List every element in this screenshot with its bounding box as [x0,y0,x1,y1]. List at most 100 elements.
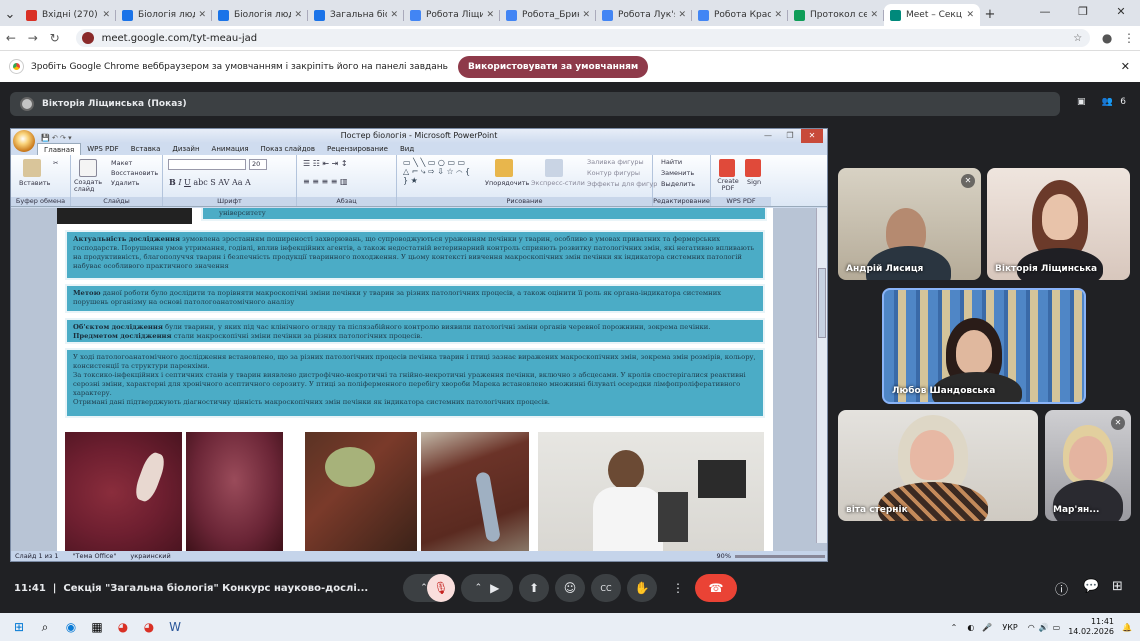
reload-icon[interactable]: ↻ [44,31,66,45]
chrome-menu-icon[interactable]: ⋮ [1118,31,1140,45]
participant-tile-5[interactable]: ✕ Мар'ян... [1045,410,1131,521]
bookmark-star-icon[interactable]: ☆ [1073,33,1082,44]
tab-close-icon[interactable]: ✕ [966,10,974,20]
create-pdf-button[interactable]: Create PDF [716,178,740,192]
find-button[interactable]: Найти [661,158,682,166]
reset-button[interactable]: Восстановить [111,169,158,177]
ribbon-tab[interactable]: WPS PDF [81,143,124,155]
tab-close-icon[interactable]: ✕ [678,10,686,20]
browser-tab[interactable]: Загальна біолог✕ [308,4,404,26]
quick-access-icons[interactable]: 💾 ↶ ↷ ▾ [41,131,72,145]
align-icons[interactable]: ≡ ≡ ≡ ≡ ▥ [303,177,348,186]
people-icon[interactable]: 👥 [1094,92,1120,112]
zoom-slider[interactable] [735,554,825,558]
leave-call-button[interactable]: ☎ [695,574,737,602]
close-icon[interactable]: ✕ [1102,0,1140,26]
new-tab-button[interactable]: + [980,4,1000,26]
more-options-button[interactable]: ⋮ [663,574,693,602]
word-icon[interactable]: W [162,616,188,638]
participant-tile-2[interactable]: Вікторія Ліщинська [987,168,1130,280]
ribbon-tab[interactable]: Анимация [206,143,255,155]
ppt-maximize-icon[interactable]: ❐ [779,129,801,143]
search-icon[interactable]: ⌕ [32,616,58,638]
ppt-minimize-icon[interactable]: — [757,129,779,143]
tray-mic-icon[interactable]: 🎤 [982,623,992,632]
edge-icon[interactable]: ◉ [58,616,84,638]
start-icon[interactable]: ⊞ [6,616,32,638]
shape-fill-button[interactable]: Заливка фигуры [587,158,644,166]
camera-options-icon[interactable]: ⌃ [475,583,483,593]
info-icon[interactable]: ⓘ [1055,579,1068,598]
raise-hand-button[interactable]: ✋ [627,574,657,602]
camera-button[interactable]: ⌃ ▶ [461,574,513,602]
browser-tab[interactable]: Робота_Брикова✕ [500,4,596,26]
browser-tab[interactable]: Протокол секції✕ [788,4,884,26]
banner-close-icon[interactable]: ✕ [1121,60,1130,73]
tab-close-icon[interactable]: ✕ [774,10,782,20]
list-icons[interactable]: ☰ ☷ ⇤ ⇥ ↕ [303,159,348,168]
chrome-icon-2[interactable]: ◕ [136,616,162,638]
chat-icon[interactable]: 💬 [1083,579,1099,594]
set-default-button[interactable]: Використовувати за умовчанням [457,55,649,78]
tab-close-icon[interactable]: ✕ [870,10,878,20]
forward-icon[interactable]: → [22,31,44,45]
participant-tile-3[interactable]: Любов Шандовська [882,288,1086,404]
shapes-gallery[interactable]: ▭ ╲ ╲ ▭ ○ ▭ ▭ △ ⌐ ⤷ ⇨ ⇩ ☆ ⌒ { } ★ [403,158,473,185]
font-name-input[interactable] [168,159,246,170]
captions-button[interactable]: CC [591,574,621,602]
ppt-close-icon[interactable]: ✕ [801,129,823,143]
select-button[interactable]: Выделить [661,180,695,188]
create-pdf-icon[interactable] [719,159,735,177]
activities-icon[interactable]: ⊞ [1112,579,1123,594]
tab-close-icon[interactable]: ✕ [390,10,398,20]
ribbon-tab[interactable]: Рецензирование [321,143,394,155]
profile-avatar[interactable]: ● [1096,31,1118,45]
font-size-input[interactable]: 20 [249,159,267,170]
tray-chevron-icon[interactable]: ⌃ [951,623,958,632]
font-format-icons[interactable]: B I U abc S AV Aa A [169,177,251,187]
new-slide-button[interactable]: Создать слайд [74,179,104,193]
layout-button[interactable]: Макет [111,159,132,167]
clock[interactable]: 11:41 14.02.2026 [1068,617,1114,637]
browser-tab[interactable]: Meet – Секц ✕ [884,4,980,26]
arrange-button[interactable]: Упорядочить [485,179,529,187]
sign-icon[interactable] [745,159,761,177]
site-info-icon[interactable] [81,32,94,44]
browser-tab[interactable]: Вхідні (270) - ✕ [20,4,116,26]
browser-tab[interactable]: Біологія людин✕ [212,4,308,26]
url-input[interactable]: meet.google.com/tyt-meau-jad ☆ [75,29,1091,47]
quick-styles-icon[interactable] [545,159,563,177]
cut-icon[interactable]: ✂ [53,159,58,167]
tab-close-icon[interactable]: ✕ [486,10,494,20]
participant-tile-4[interactable]: віта стернік [838,410,1038,521]
arrange-icon[interactable] [495,159,513,177]
layout-icon[interactable]: ▣ [1068,92,1094,112]
minimize-icon[interactable]: — [1026,0,1064,26]
ribbon-tab[interactable]: Показ слайдов [255,143,321,155]
replace-button[interactable]: Заменить [661,169,694,177]
quick-styles-button[interactable]: Экспресс-стили [531,179,585,187]
new-slide-icon[interactable] [79,159,97,177]
shape-outline-button[interactable]: Контур фигуры [587,169,640,177]
paste-icon[interactable] [23,159,41,177]
chrome-icon[interactable]: ◕ [110,616,136,638]
tray-app-icon[interactable]: ◐ [967,623,974,632]
paste-button[interactable]: Вставить [19,179,50,187]
tab-close-icon[interactable]: ✕ [294,10,302,20]
delete-slide-button[interactable]: Удалить [111,179,139,187]
language-indicator[interactable]: УКР [1002,623,1017,632]
browser-tab[interactable]: Робота Лук'ячну✕ [596,4,692,26]
app-icon[interactable]: ▦ [84,616,110,638]
wifi-icon[interactable]: ◠ [1028,623,1035,632]
browser-tab[interactable]: Робота Красіна А✕ [692,4,788,26]
shape-effects-button[interactable]: Эффекты для фигур [587,180,657,188]
ribbon-tab[interactable]: Вид [394,143,420,155]
slide[interactable]: університету Актуальність дослідження зу… [57,208,773,553]
back-icon[interactable]: ← [0,31,22,45]
browser-tab[interactable]: Робота Ліщинсь✕ [404,4,500,26]
emoji-button[interactable]: ☺ [555,574,585,602]
maximize-icon[interactable]: ❐ [1064,0,1102,26]
sign-button[interactable]: Sign [747,178,761,186]
notifications-icon[interactable]: 🔔 [1122,623,1132,632]
battery-icon[interactable]: ▭ [1053,623,1061,632]
